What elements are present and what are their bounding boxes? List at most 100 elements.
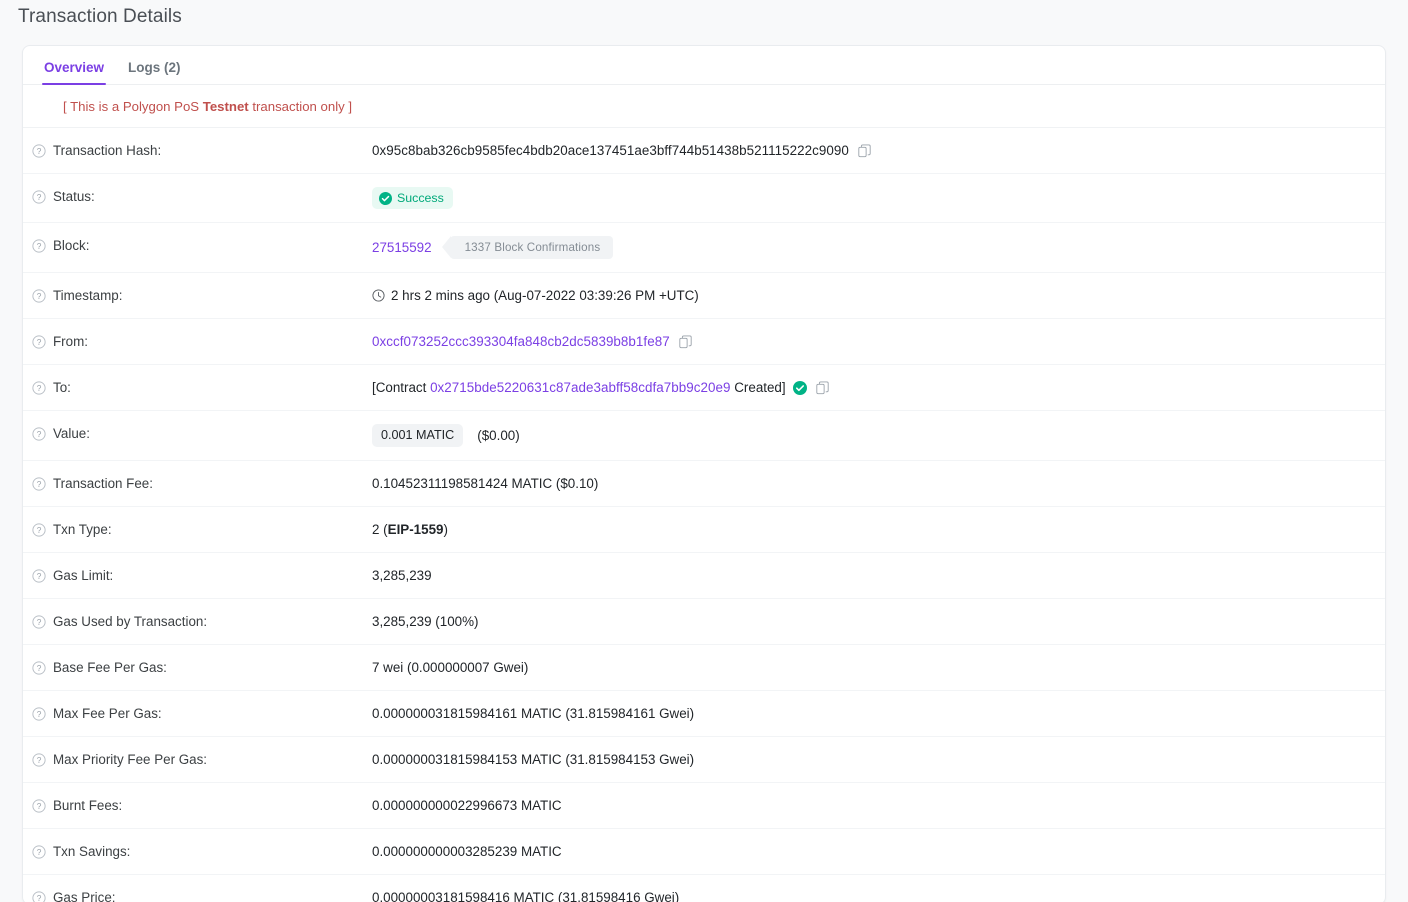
row-base-fee: ? Base Fee Per Gas: 7 wei (0.000000007 G… [23,645,1385,691]
label-text-from: From: [53,334,88,349]
row-label-status: ? Status: [23,187,372,206]
label-text-gas-used: Gas Used by Transaction: [53,614,208,629]
testnet-notice-suffix: transaction only ] [248,99,353,114]
status-badge: Success [372,187,453,209]
copy-icon[interactable] [679,334,692,349]
help-icon[interactable]: ? [32,844,46,859]
help-icon[interactable]: ? [32,143,46,158]
clock-icon [372,289,385,302]
row-block: ? Block: 27515592 1337 Block Confirmatio… [23,223,1385,273]
copy-icon[interactable] [858,143,871,158]
row-value-block: 27515592 1337 Block Confirmations [372,236,1385,259]
to-contract-suffix: Created] [730,380,786,395]
block-confirmations-badge: 1337 Block Confirmations [441,236,614,259]
row-txn-savings: ? Txn Savings: 0.000000000003285239 MATI… [23,829,1385,875]
svg-text:?: ? [37,383,42,393]
from-address-link[interactable]: 0xccf073252ccc393304fa848cb2dc5839b8b1fe… [372,332,670,351]
row-label-gas-limit: ? Gas Limit: [23,566,372,585]
row-transaction-fee: ? Transaction Fee: 0.10452311198581424 M… [23,461,1385,507]
page-title: Transaction Details [18,6,182,27]
row-value-max-fee: 0.000000031815984161 MATIC (31.815984161… [372,706,695,721]
label-text-status: Status: [53,189,95,204]
row-max-priority-fee: ? Max Priority Fee Per Gas: 0.0000000318… [23,737,1385,783]
row-timestamp: ? Timestamp: 2 hrs 2 mins ago (Aug-07-20… [23,273,1385,319]
row-burnt-fees: ? Burnt Fees: 0.000000000022996673 MATIC [23,783,1385,829]
help-icon[interactable]: ? [32,476,46,491]
row-gas-limit: ? Gas Limit: 3,285,239 [23,553,1385,599]
testnet-notice-emphasis: Testnet [202,99,249,114]
row-value-gas-limit: 3,285,239 [372,568,432,583]
label-text-transaction-fee: Transaction Fee: [53,476,153,491]
help-icon[interactable]: ? [32,798,46,813]
row-label-txn-savings: ? Txn Savings: [23,842,372,861]
help-icon[interactable]: ? [32,189,46,204]
testnet-notice-prefix: [ This is a Polygon PoS [63,99,203,114]
txn-type-prefix: 2 ( [372,522,388,537]
to-contract-prefix: [Contract [372,380,431,395]
help-icon[interactable]: ? [32,568,46,583]
svg-text:?: ? [37,617,42,627]
timestamp-value: 2 hrs 2 mins ago (Aug-07-2022 03:39:26 P… [391,288,699,303]
transaction-hash-value: 0x95c8bab326cb9585fec4bdb20ace137451ae3b… [372,143,849,158]
help-icon[interactable]: ? [32,706,46,721]
row-label-transaction-hash: ? Transaction Hash: [23,141,372,160]
label-text-value: Value: [53,426,90,441]
svg-text:?: ? [37,709,42,719]
svg-text:?: ? [37,337,42,347]
row-value-value: 0.001 MATIC ($0.00) [372,424,1385,447]
svg-text:?: ? [37,291,42,301]
help-icon[interactable]: ? [32,288,46,303]
help-icon[interactable]: ? [32,426,46,441]
label-text-txn-savings: Txn Savings: [53,844,131,859]
check-circle-icon [379,191,392,205]
help-icon[interactable]: ? [32,522,46,537]
svg-text:?: ? [37,801,42,811]
row-label-value: ? Value: [23,424,372,443]
svg-text:?: ? [37,755,42,765]
row-label-max-fee: ? Max Fee Per Gas: [23,704,372,723]
label-text-to: To: [53,380,71,395]
status-badge-label: Success [397,191,444,205]
tab-logs[interactable]: Logs (2) [116,60,193,84]
testnet-notice: [ This is a Polygon PoS Testnet transact… [23,85,1385,128]
label-text-gas-limit: Gas Limit: [53,568,114,583]
row-label-transaction-fee: ? Transaction Fee: [23,474,372,493]
label-text-block: Block: [53,238,90,253]
svg-text:?: ? [37,479,42,489]
label-text-max-priority-fee: Max Priority Fee Per Gas: [53,752,208,767]
help-icon[interactable]: ? [32,614,46,629]
svg-text:?: ? [37,893,42,902]
row-to: ? To: [Contract 0x2715bde5220631c87ade3a… [23,365,1385,411]
svg-text:?: ? [37,571,42,581]
help-icon[interactable]: ? [32,890,46,902]
help-icon[interactable]: ? [32,334,46,349]
row-value-to: [Contract 0x2715bde5220631c87ade3abff58c… [372,378,1385,397]
help-icon[interactable]: ? [32,380,46,395]
row-value-status: Success [372,187,1385,209]
svg-text:?: ? [37,847,42,857]
row-value-transaction-hash: 0x95c8bab326cb9585fec4bdb20ace137451ae3b… [372,141,1385,160]
row-from: ? From: 0xccf073252ccc393304fa848cb2dc58… [23,319,1385,365]
svg-text:?: ? [37,525,42,535]
row-value-base-fee: 7 wei (0.000000007 Gwei) [372,660,529,675]
row-value-gas-used: 3,285,239 (100%) [372,614,479,629]
label-text-burnt-fees: Burnt Fees: [53,798,123,813]
txn-type-suffix: ) [443,522,448,537]
svg-text:?: ? [37,192,42,202]
svg-text:?: ? [37,241,42,251]
txn-type-standard: EIP-1559 [387,522,444,537]
tab-overview[interactable]: Overview [32,60,116,85]
row-label-max-priority-fee: ? Max Priority Fee Per Gas: [23,750,372,769]
help-icon[interactable]: ? [32,660,46,675]
row-label-gas-price: ? Gas Price: [23,888,372,902]
block-number-link[interactable]: 27515592 [372,238,432,257]
row-gas-used: ? Gas Used by Transaction: 3,285,239 (10… [23,599,1385,645]
row-value-gas-price: 0.00000003181598416 MATIC (31.81598416 G… [372,890,680,902]
row-value-burnt-fees: 0.000000000022996673 MATIC [372,798,562,813]
help-icon[interactable]: ? [32,238,46,253]
copy-icon[interactable] [815,380,829,395]
to-contract-address-link[interactable]: 0x2715bde5220631c87ade3abff58cdfa7bb9c20… [430,378,730,397]
row-value-amount: ? Value: 0.001 MATIC ($0.00) [23,411,1385,461]
label-text-base-fee: Base Fee Per Gas: [53,660,167,675]
help-icon[interactable]: ? [32,752,46,767]
